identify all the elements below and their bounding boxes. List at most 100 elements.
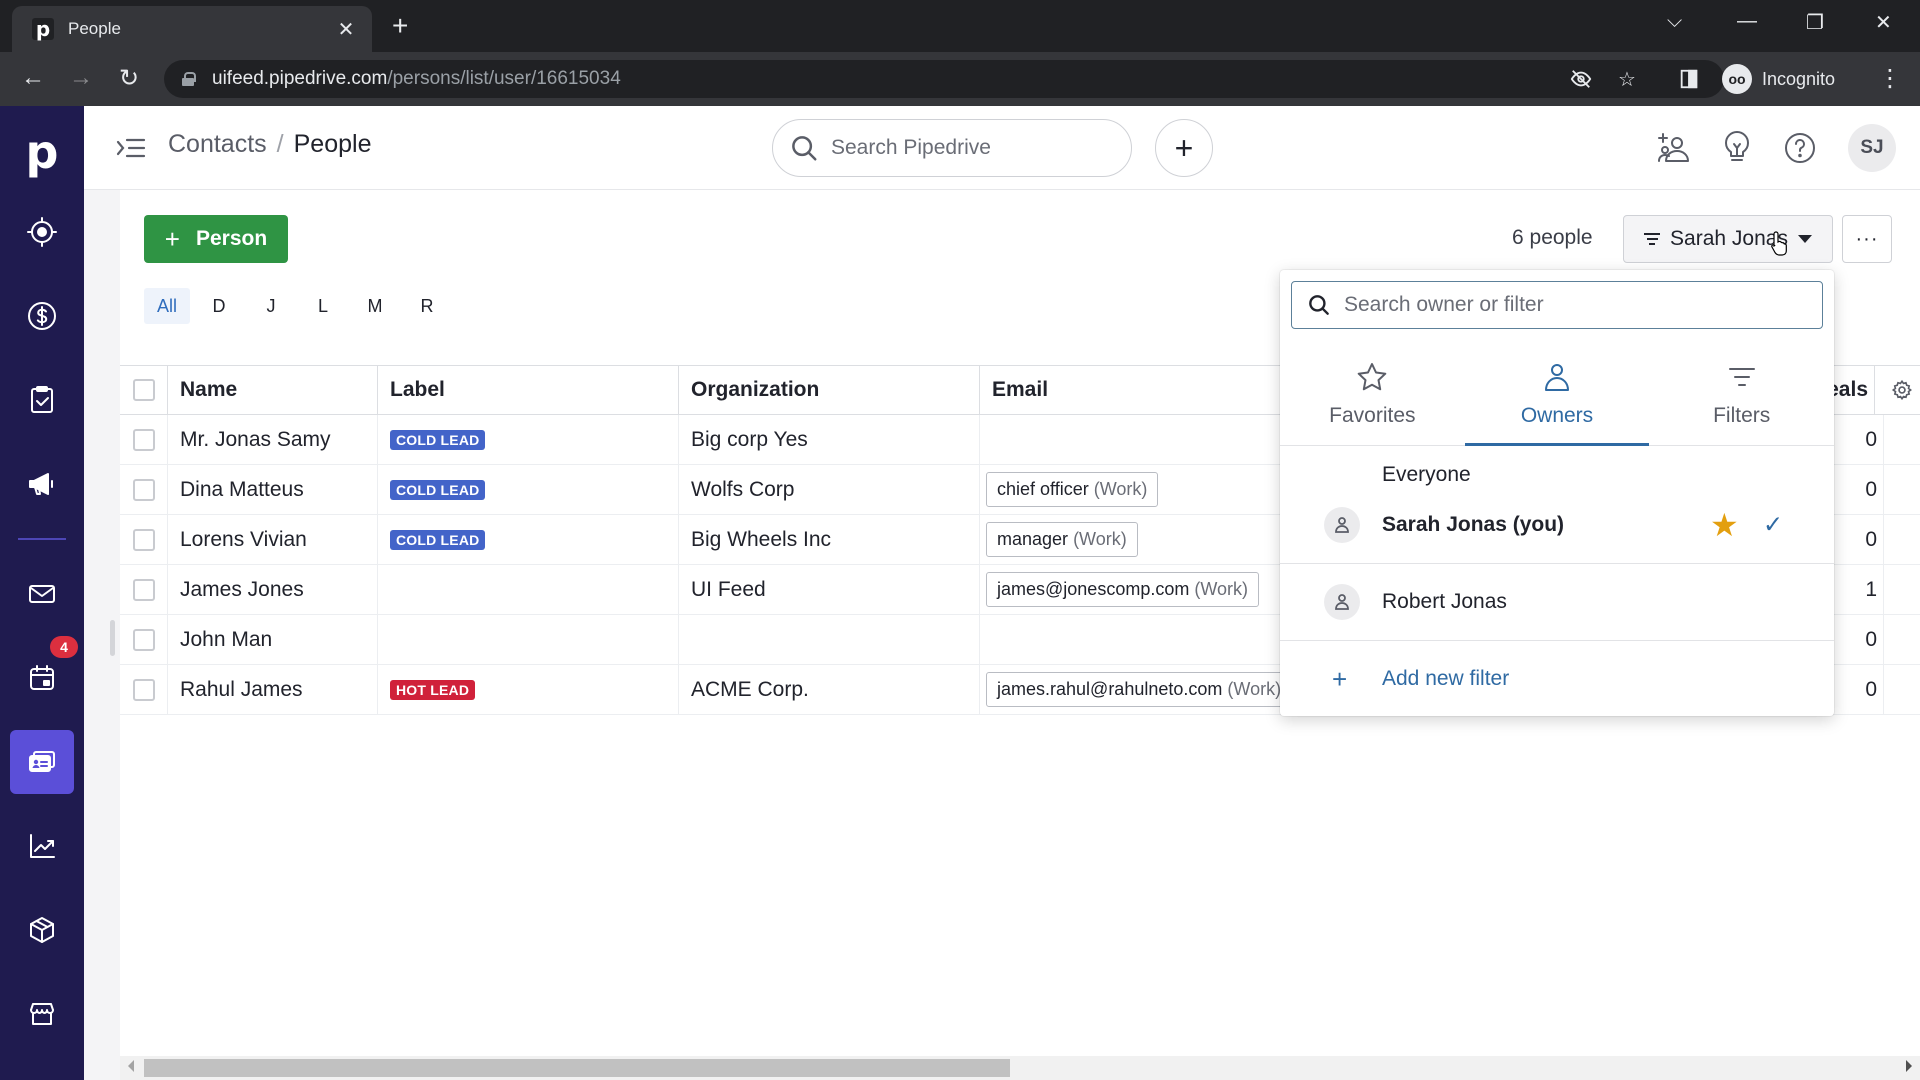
sidebar-item-campaigns[interactable]	[10, 452, 74, 516]
invite-users-icon[interactable]	[1653, 128, 1693, 168]
close-tab-icon[interactable]: ✕	[334, 17, 358, 42]
organization-name[interactable]: Big Wheels Inc	[679, 515, 980, 564]
scroll-right-arrow-icon[interactable]	[1906, 1060, 1912, 1072]
column-header-organization[interactable]: Organization	[679, 366, 980, 414]
add-new-filter-button[interactable]: + Add new filter	[1280, 641, 1834, 717]
side-panel-icon[interactable]	[1678, 60, 1700, 98]
organization-name[interactable]	[679, 615, 980, 664]
column-header-email[interactable]: Email	[980, 366, 1300, 414]
favorite-star-icon[interactable]: ★	[1710, 509, 1739, 541]
row-checkbox[interactable]	[132, 478, 155, 501]
tab-favorites[interactable]: Favorites	[1280, 346, 1465, 445]
minimize-window-icon[interactable]: —	[1737, 10, 1757, 33]
tab-filters[interactable]: Filters	[1649, 346, 1834, 445]
person-name[interactable]: Mr. Jonas Samy	[168, 415, 378, 464]
tab-search-chevron-icon[interactable]: ⌵	[1667, 10, 1682, 33]
owner-option-sarah-jonas[interactable]: Sarah Jonas (you) ★ ✓	[1280, 500, 1834, 550]
more-actions-button[interactable]: ···	[1842, 215, 1892, 263]
column-header-name[interactable]: Name	[168, 366, 378, 414]
restore-window-icon[interactable]: ❐	[1806, 10, 1824, 35]
row-checkbox[interactable]	[132, 628, 155, 651]
horizontal-scrollbar[interactable]	[120, 1056, 1920, 1080]
vertical-resize-handle[interactable]	[110, 620, 115, 656]
dollar-icon	[28, 302, 56, 330]
expand-menu-icon[interactable]	[116, 134, 146, 162]
sidebar-item-marketplace[interactable]	[10, 982, 74, 1046]
browser-tab-active[interactable]: p People ✕	[12, 6, 372, 52]
sidebar-item-tasks[interactable]	[10, 368, 74, 432]
alpha-filter-r[interactable]: R	[404, 288, 450, 324]
forward-arrow-icon[interactable]: →	[66, 64, 96, 92]
deals-count[interactable]: 0	[1844, 515, 1884, 564]
sidebar-item-deals[interactable]	[10, 284, 74, 348]
person-name[interactable]: Lorens Vivian	[168, 515, 378, 564]
organization-name[interactable]: UI Feed	[679, 565, 980, 614]
email-chip[interactable]: james.rahul@rahulneto.com (Work)	[986, 672, 1293, 707]
row-checkbox[interactable]	[132, 528, 155, 551]
sidebar-item-leads[interactable]	[10, 200, 74, 264]
lead-label-badge: COLD LEAD	[390, 479, 486, 500]
global-search-input[interactable]	[831, 136, 1111, 160]
owner-filter-search-input[interactable]	[1344, 293, 1804, 317]
email-chip[interactable]: manager (Work)	[986, 522, 1138, 557]
breadcrumb-contacts[interactable]: Contacts	[168, 130, 267, 159]
deals-count[interactable]: 0	[1844, 615, 1884, 664]
row-checkbox[interactable]	[132, 678, 155, 701]
eye-slash-icon[interactable]	[1570, 60, 1592, 98]
email-chip[interactable]: chief officer (Work)	[986, 472, 1159, 507]
sidebar-item-insights[interactable]	[10, 814, 74, 878]
global-search[interactable]	[772, 119, 1132, 177]
box-icon	[30, 917, 54, 943]
bookmark-star-icon[interactable]: ☆	[1618, 60, 1636, 98]
organization-name[interactable]: Wolfs Corp	[679, 465, 980, 514]
column-header-label[interactable]: Label	[378, 366, 679, 414]
reload-icon[interactable]: ↻	[114, 64, 144, 93]
row-checkbox[interactable]	[132, 428, 155, 451]
alpha-filter-j[interactable]: J	[248, 288, 294, 324]
person-name[interactable]: James Jones	[168, 565, 378, 614]
organization-name[interactable]: Big corp Yes	[679, 415, 980, 464]
person-name[interactable]: John Man	[168, 615, 378, 664]
browser-menu-icon[interactable]: ⋮	[1878, 64, 1902, 93]
email-chip[interactable]: james@jonescomp.com (Work)	[986, 572, 1260, 607]
deals-count[interactable]: 0	[1844, 415, 1884, 464]
back-arrow-icon[interactable]: ←	[18, 64, 48, 92]
lightbulb-icon[interactable]	[1717, 128, 1757, 168]
incognito-profile[interactable]: oo Incognito	[1722, 60, 1835, 98]
row-checkbox[interactable]	[132, 578, 155, 601]
help-icon[interactable]	[1780, 128, 1820, 168]
alpha-filter-m[interactable]: M	[352, 288, 398, 324]
calendar-icon	[30, 665, 54, 690]
owner-filter-search[interactable]	[1291, 281, 1823, 329]
pipedrive-logo[interactable]: p	[0, 124, 84, 180]
alpha-filter-l[interactable]: L	[300, 288, 346, 324]
sidebar-item-contacts[interactable]	[10, 730, 74, 794]
sidebar-item-mail[interactable]	[10, 562, 74, 626]
horizontal-scrollbar-thumb[interactable]	[144, 1059, 1010, 1077]
quick-add-button[interactable]: +	[1155, 119, 1213, 177]
person-name[interactable]: Rahul James	[168, 665, 378, 714]
tab-owners[interactable]: Owners	[1464, 346, 1650, 446]
owner-option-robert-jonas[interactable]: Robert Jonas	[1280, 564, 1834, 640]
new-tab-button[interactable]: +	[392, 12, 408, 40]
add-person-button[interactable]: + Person	[144, 215, 288, 263]
sidebar-item-products[interactable]	[10, 898, 74, 962]
deals-count[interactable]: 1	[1844, 565, 1884, 614]
owner-filter-button[interactable]: Sarah Jonas	[1623, 215, 1833, 263]
person-name[interactable]: Dina Matteus	[168, 465, 378, 514]
email-type: (Work)	[1073, 529, 1127, 549]
deals-count[interactable]: 0	[1844, 465, 1884, 514]
column-settings-gear-icon[interactable]	[1884, 379, 1920, 401]
add-new-filter-label: Add new filter	[1382, 667, 1510, 690]
close-window-icon[interactable]: ✕	[1875, 10, 1892, 35]
select-all-checkbox[interactable]	[132, 379, 155, 401]
owner-option-everyone[interactable]: Everyone	[1280, 450, 1834, 500]
address-bar[interactable]: uifeed.pipedrive.com/persons/list/user/1…	[164, 60, 1724, 98]
organization-name[interactable]: ACME Corp.	[679, 665, 980, 714]
alpha-filter-d[interactable]: D	[196, 288, 242, 324]
deals-header-label[interactable]: eals	[1827, 366, 1875, 414]
alpha-filter-all[interactable]: All	[144, 288, 190, 324]
scroll-left-arrow-icon[interactable]	[128, 1060, 134, 1072]
deals-count[interactable]: 0	[1844, 665, 1884, 714]
user-avatar[interactable]: SJ	[1848, 124, 1896, 172]
